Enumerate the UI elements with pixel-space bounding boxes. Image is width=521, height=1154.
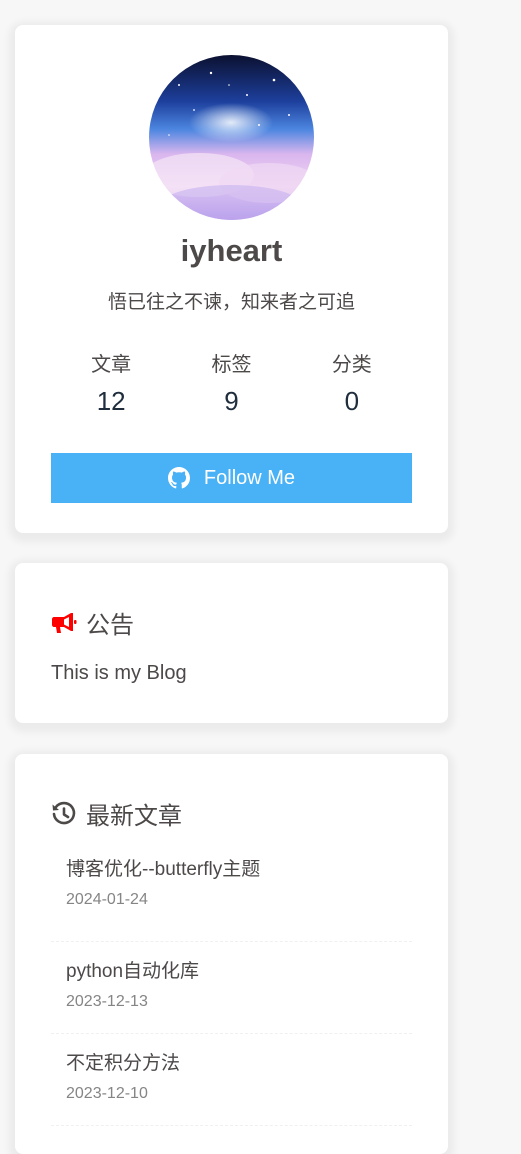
post-title[interactable]: python自动化库 [66, 957, 412, 987]
recent-posts-heading: 最新文章 [51, 796, 182, 831]
bullhorn-icon [51, 610, 77, 636]
announcement-heading: 公告 [51, 605, 134, 640]
post-title[interactable]: 不定积分方法 [66, 1049, 412, 1079]
post-item[interactable]: 博客优化--butterfly主题 2024-01-24 [51, 850, 412, 942]
announcement-text: This is my Blog [51, 662, 187, 684]
stat-label: 标签 [211, 354, 252, 376]
recent-posts-heading-label: 最新文章 [86, 803, 182, 830]
recent-posts-card: 最新文章 博客优化--butterfly主题 2024-01-24 python… [15, 754, 448, 1154]
post-date: 2024-01-24 [66, 891, 148, 908]
post-date: 2023-12-13 [66, 993, 148, 1010]
post-item[interactable]: 不定积分方法 2023-12-10 [51, 1034, 412, 1126]
stat-value: 0 [344, 386, 360, 416]
recent-posts-list: 博客优化--butterfly主题 2024-01-24 python自动化库 … [51, 850, 412, 1126]
stat-tags[interactable]: 标签 9 [171, 348, 291, 417]
announcement-heading-label: 公告 [86, 612, 134, 639]
follow-me-label: Follow Me [203, 466, 296, 489]
github-icon [167, 467, 190, 489]
avatar[interactable] [149, 55, 314, 220]
stat-value: 12 [96, 386, 126, 416]
announcement-card: 公告 This is my Blog [15, 563, 448, 723]
post-title[interactable]: 博客优化--butterfly主题 [66, 855, 412, 885]
stat-label: 文章 [91, 354, 132, 376]
post-item[interactable]: python自动化库 2023-12-13 [51, 942, 412, 1034]
stat-label: 分类 [331, 354, 372, 376]
stat-categories[interactable]: 分类 0 [292, 348, 412, 417]
stat-articles[interactable]: 文章 12 [51, 348, 171, 417]
stat-value: 9 [224, 386, 239, 416]
follow-me-button[interactable]: Follow Me [51, 453, 412, 503]
author-card: iyheart 悟已往之不谏，知来者之可追 文章 12 标签 9 分类 0 Fo… [15, 25, 448, 533]
author-name: iyheart [180, 233, 283, 268]
author-stats: 文章 12 标签 9 分类 0 [51, 348, 412, 417]
author-description: 悟已往之不谏，知来者之可追 [107, 292, 355, 313]
post-date: 2023-12-10 [66, 1085, 148, 1102]
history-icon [51, 801, 77, 827]
